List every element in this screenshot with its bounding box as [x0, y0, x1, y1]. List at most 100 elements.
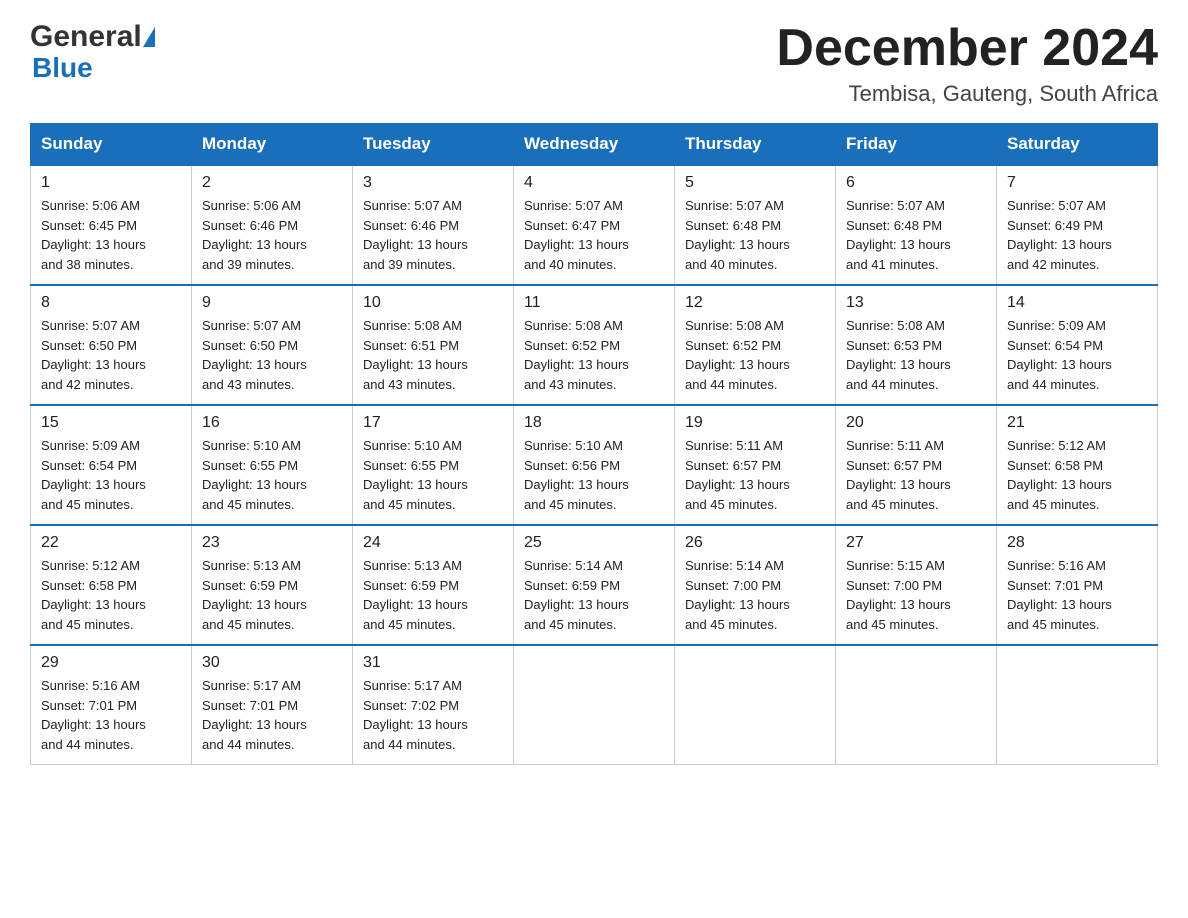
location-title: Tembisa, Gauteng, South Africa [776, 81, 1158, 107]
calendar-row: 8 Sunrise: 5:07 AMSunset: 6:50 PMDaylight… [31, 285, 1158, 405]
day-info: Sunrise: 5:13 AMSunset: 6:59 PMDaylight:… [202, 556, 342, 634]
day-number: 14 [1007, 294, 1147, 312]
calendar-header: SundayMondayTuesdayWednesdayThursdayFrid… [31, 124, 1158, 166]
day-info: Sunrise: 5:17 AMSunset: 7:02 PMDaylight:… [363, 676, 503, 754]
calendar-cell: 31 Sunrise: 5:17 AMSunset: 7:02 PMDayligh… [353, 645, 514, 765]
logo-blue-text: Blue [32, 52, 93, 84]
day-number: 15 [41, 414, 181, 432]
title-section: December 2024 Tembisa, Gauteng, South Af… [776, 20, 1158, 107]
calendar-cell: 2 Sunrise: 5:06 AMSunset: 6:46 PMDaylight… [192, 165, 353, 285]
calendar-cell: 23 Sunrise: 5:13 AMSunset: 6:59 PMDayligh… [192, 525, 353, 645]
calendar-cell: 4Sunrise: 5:07 AMSunset: 6:47 PMDaylight… [514, 165, 675, 285]
day-number: 19 [685, 414, 825, 432]
day-number: 4 [524, 174, 664, 192]
calendar-cell: 19 Sunrise: 5:11 AMSunset: 6:57 PMDayligh… [675, 405, 836, 525]
calendar-cell: 7 Sunrise: 5:07 AMSunset: 6:49 PMDaylight… [997, 165, 1158, 285]
calendar-cell: 1 Sunrise: 5:06 AMSunset: 6:45 PMDaylight… [31, 165, 192, 285]
weekday-header-wednesday: Wednesday [514, 124, 675, 166]
weekday-header-row: SundayMondayTuesdayWednesdayThursdayFrid… [31, 124, 1158, 166]
calendar-cell: 17 Sunrise: 5:10 AMSunset: 6:55 PMDayligh… [353, 405, 514, 525]
day-info: Sunrise: 5:08 AMSunset: 6:53 PMDaylight:… [846, 316, 986, 394]
day-info: Sunrise: 5:07 AMSunset: 6:50 PMDaylight:… [41, 316, 181, 394]
day-info: Sunrise: 5:12 AMSunset: 6:58 PMDaylight:… [1007, 436, 1147, 514]
calendar-cell: 29 Sunrise: 5:16 AMSunset: 7:01 PMDayligh… [31, 645, 192, 765]
day-number: 9 [202, 294, 342, 312]
weekday-header-thursday: Thursday [675, 124, 836, 166]
calendar-cell: 6 Sunrise: 5:07 AMSunset: 6:48 PMDaylight… [836, 165, 997, 285]
calendar-table: SundayMondayTuesdayWednesdayThursdayFrid… [30, 123, 1158, 765]
day-info: Sunrise: 5:17 AMSunset: 7:01 PMDaylight:… [202, 676, 342, 754]
day-info: Sunrise: 5:14 AMSunset: 6:59 PMDaylight:… [524, 556, 664, 634]
day-number: 5 [685, 174, 825, 192]
day-number: 16 [202, 414, 342, 432]
day-info: Sunrise: 5:07 AMSunset: 6:49 PMDaylight:… [1007, 196, 1147, 274]
day-info: Sunrise: 5:06 AMSunset: 6:46 PMDaylight:… [202, 196, 342, 274]
weekday-header-sunday: Sunday [31, 124, 192, 166]
day-number: 31 [363, 654, 503, 672]
day-info: Sunrise: 5:07 AMSunset: 6:48 PMDaylight:… [846, 196, 986, 274]
day-number: 24 [363, 534, 503, 552]
logo-general-text: General [30, 20, 142, 54]
calendar-cell [997, 645, 1158, 765]
day-info: Sunrise: 5:08 AMSunset: 6:51 PMDaylight:… [363, 316, 503, 394]
calendar-cell: 14Sunrise: 5:09 AMSunset: 6:54 PMDayligh… [997, 285, 1158, 405]
weekday-header-saturday: Saturday [997, 124, 1158, 166]
calendar-cell: 21Sunrise: 5:12 AMSunset: 6:58 PMDayligh… [997, 405, 1158, 525]
day-info: Sunrise: 5:11 AMSunset: 6:57 PMDaylight:… [846, 436, 986, 514]
day-info: Sunrise: 5:13 AMSunset: 6:59 PMDaylight:… [363, 556, 503, 634]
day-number: 23 [202, 534, 342, 552]
day-number: 29 [41, 654, 181, 672]
calendar-cell: 26Sunrise: 5:14 AMSunset: 7:00 PMDayligh… [675, 525, 836, 645]
calendar-cell [836, 645, 997, 765]
day-number: 27 [846, 534, 986, 552]
calendar-cell [675, 645, 836, 765]
calendar-cell: 3 Sunrise: 5:07 AMSunset: 6:46 PMDaylight… [353, 165, 514, 285]
day-info: Sunrise: 5:16 AMSunset: 7:01 PMDaylight:… [1007, 556, 1147, 634]
calendar-cell: 11 Sunrise: 5:08 AMSunset: 6:52 PMDayligh… [514, 285, 675, 405]
calendar-cell: 28Sunrise: 5:16 AMSunset: 7:01 PMDayligh… [997, 525, 1158, 645]
day-number: 2 [202, 174, 342, 192]
day-number: 8 [41, 294, 181, 312]
day-info: Sunrise: 5:07 AMSunset: 6:46 PMDaylight:… [363, 196, 503, 274]
day-info: Sunrise: 5:10 AMSunset: 6:56 PMDaylight:… [524, 436, 664, 514]
day-info: Sunrise: 5:12 AMSunset: 6:58 PMDaylight:… [41, 556, 181, 634]
calendar-cell [514, 645, 675, 765]
page-header: General Blue December 2024 Tembisa, Gaut… [30, 20, 1158, 107]
day-number: 12 [685, 294, 825, 312]
calendar-cell: 8 Sunrise: 5:07 AMSunset: 6:50 PMDaylight… [31, 285, 192, 405]
day-number: 1 [41, 174, 181, 192]
calendar-row: 15Sunrise: 5:09 AMSunset: 6:54 PMDayligh… [31, 405, 1158, 525]
calendar-cell: 13Sunrise: 5:08 AMSunset: 6:53 PMDayligh… [836, 285, 997, 405]
day-info: Sunrise: 5:10 AMSunset: 6:55 PMDaylight:… [363, 436, 503, 514]
day-number: 20 [846, 414, 986, 432]
calendar-body: 1 Sunrise: 5:06 AMSunset: 6:45 PMDaylight… [31, 165, 1158, 765]
calendar-cell: 12Sunrise: 5:08 AMSunset: 6:52 PMDayligh… [675, 285, 836, 405]
day-info: Sunrise: 5:08 AMSunset: 6:52 PMDaylight:… [524, 316, 664, 394]
day-number: 6 [846, 174, 986, 192]
day-number: 30 [202, 654, 342, 672]
calendar-cell: 16Sunrise: 5:10 AMSunset: 6:55 PMDayligh… [192, 405, 353, 525]
month-title: December 2024 [776, 20, 1158, 77]
calendar-cell: 27 Sunrise: 5:15 AMSunset: 7:00 PMDayligh… [836, 525, 997, 645]
day-number: 18 [524, 414, 664, 432]
calendar-row: 29 Sunrise: 5:16 AMSunset: 7:01 PMDayligh… [31, 645, 1158, 765]
day-info: Sunrise: 5:15 AMSunset: 7:00 PMDaylight:… [846, 556, 986, 634]
day-info: Sunrise: 5:16 AMSunset: 7:01 PMDaylight:… [41, 676, 181, 754]
calendar-cell: 25Sunrise: 5:14 AMSunset: 6:59 PMDayligh… [514, 525, 675, 645]
day-number: 3 [363, 174, 503, 192]
day-info: Sunrise: 5:11 AMSunset: 6:57 PMDaylight:… [685, 436, 825, 514]
day-info: Sunrise: 5:07 AMSunset: 6:48 PMDaylight:… [685, 196, 825, 274]
weekday-header-monday: Monday [192, 124, 353, 166]
weekday-header-friday: Friday [836, 124, 997, 166]
calendar-row: 1 Sunrise: 5:06 AMSunset: 6:45 PMDaylight… [31, 165, 1158, 285]
day-number: 17 [363, 414, 503, 432]
calendar-cell: 20 Sunrise: 5:11 AMSunset: 6:57 PMDayligh… [836, 405, 997, 525]
day-info: Sunrise: 5:06 AMSunset: 6:45 PMDaylight:… [41, 196, 181, 274]
logo: General Blue [30, 20, 155, 84]
day-number: 7 [1007, 174, 1147, 192]
calendar-cell: 10 Sunrise: 5:08 AMSunset: 6:51 PMDayligh… [353, 285, 514, 405]
day-number: 11 [524, 294, 664, 312]
logo-triangle-icon [143, 27, 155, 47]
calendar-cell: 22Sunrise: 5:12 AMSunset: 6:58 PMDayligh… [31, 525, 192, 645]
day-number: 10 [363, 294, 503, 312]
